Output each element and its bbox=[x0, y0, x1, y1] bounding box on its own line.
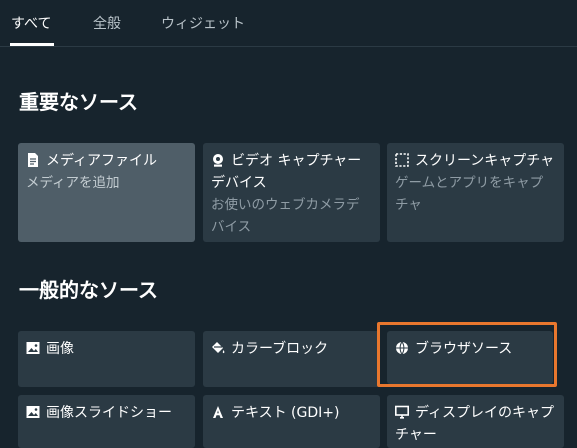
source-card-image[interactable]: 画像 bbox=[18, 331, 195, 387]
tab-widgets[interactable]: ウィジェット bbox=[161, 13, 245, 33]
tab-general[interactable]: 全般 bbox=[93, 13, 121, 33]
card-title-label: ディスプレイのキャプチャー bbox=[395, 405, 555, 443]
section-title-general: 一般的なソース bbox=[19, 278, 158, 302]
card-title-label: ブラウザソース bbox=[415, 341, 513, 357]
source-category-tabs: すべて 全般 ウィジェット bbox=[0, 0, 577, 47]
card-title-label: メディアファイル bbox=[46, 153, 158, 169]
card-description: メディアを追加 bbox=[26, 175, 120, 191]
card-title-label: スクリーンキャプチャ bbox=[415, 153, 555, 169]
section-title-important: 重要なソース bbox=[19, 90, 138, 114]
active-tab-indicator bbox=[10, 43, 54, 46]
card-title-label: カラーブロック bbox=[231, 341, 329, 357]
image-icon bbox=[26, 341, 40, 355]
card-title-label: テキスト (GDI+) bbox=[231, 405, 340, 421]
source-card-browser[interactable]: ブラウザソース bbox=[387, 331, 553, 384]
tab-all[interactable]: すべて bbox=[11, 13, 51, 33]
paint-bucket-icon bbox=[211, 341, 225, 355]
monitor-icon bbox=[395, 405, 409, 419]
source-card-display-capture[interactable]: ディスプレイのキャプチャー bbox=[387, 395, 564, 448]
text-icon bbox=[211, 405, 225, 419]
webcam-icon bbox=[211, 153, 225, 167]
image-icon bbox=[26, 405, 40, 419]
screen-capture-icon bbox=[395, 153, 409, 167]
card-title-label: ビデオ キャプチャーデバイス bbox=[211, 153, 362, 191]
source-card-text-gdi[interactable]: テキスト (GDI+) bbox=[203, 395, 380, 448]
source-card-media-file[interactable]: メディアファイル メディアを追加 bbox=[18, 143, 195, 242]
card-title-label: 画像 bbox=[46, 341, 74, 357]
source-card-image-slideshow[interactable]: 画像スライドショー bbox=[18, 395, 195, 448]
globe-icon bbox=[395, 341, 409, 355]
source-card-color-block[interactable]: カラーブロック bbox=[203, 331, 380, 387]
card-description: お使いのウェブカメラデバイス bbox=[211, 197, 360, 235]
source-card-video-capture[interactable]: ビデオ キャプチャーデバイス お使いのウェブカメラデバイス bbox=[203, 143, 380, 242]
file-icon bbox=[26, 153, 40, 167]
card-description: ゲームとアプリをキャプチャ bbox=[395, 175, 544, 213]
source-card-screen-capture[interactable]: スクリーンキャプチャ ゲームとアプリをキャプチャ bbox=[387, 143, 564, 242]
card-title-label: 画像スライドショー bbox=[46, 405, 172, 421]
